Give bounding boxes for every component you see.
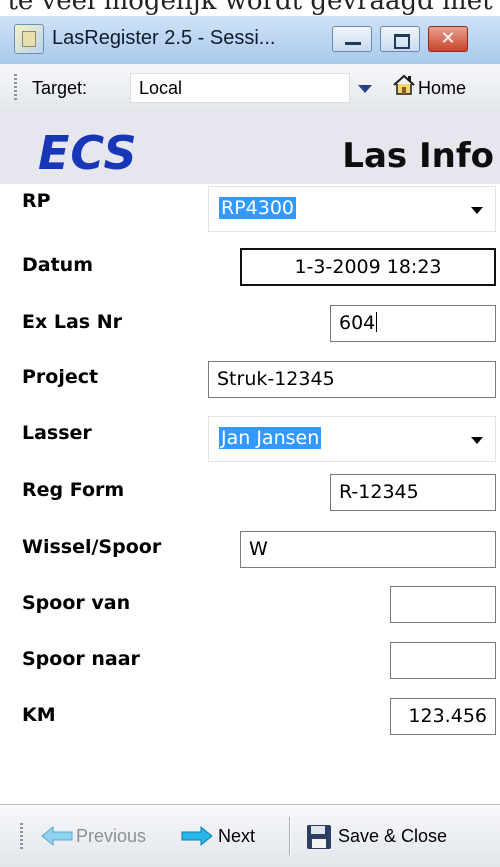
reg-form-label: Reg Form (22, 479, 125, 501)
minimize-icon (345, 42, 361, 45)
lasser-label: Lasser (22, 422, 92, 444)
next-label: Next (218, 826, 256, 846)
window-title: LasRegister 2.5 - Sessi... (52, 27, 276, 49)
lasser-select-value: Jan Jansen (219, 427, 322, 449)
ex-las-nr-field[interactable]: 604 (330, 305, 496, 342)
target-toolbar: Target: Local Home (0, 64, 500, 113)
target-select[interactable]: Local (130, 73, 350, 103)
text-caret (376, 312, 378, 332)
spoor-van-label: Spoor van (22, 592, 131, 614)
km-label: KM (22, 704, 56, 726)
window-title-bar[interactable]: LasRegister 2.5 - Sessi... ✕ (0, 16, 500, 65)
rp-select-value: RP4300 (219, 197, 297, 219)
chevron-down-icon (471, 437, 483, 444)
previous-label: Previous (76, 826, 147, 846)
save-close-button[interactable]: Save & Close (306, 821, 486, 851)
arrow-left-icon (41, 825, 73, 847)
close-button[interactable]: ✕ (428, 26, 468, 52)
home-icon (393, 74, 415, 95)
toolbar-separator (289, 817, 290, 855)
maximize-icon (394, 34, 410, 49)
reg-form-field[interactable]: R-12345 (330, 474, 496, 511)
rp-label: RP (22, 190, 51, 212)
ex-las-nr-label: Ex Las Nr (22, 311, 122, 333)
project-label: Project (22, 366, 99, 388)
arrow-right-icon (181, 825, 213, 847)
spoor-van-field[interactable] (390, 586, 496, 623)
chevron-down-icon (471, 207, 483, 214)
page-header: ECS Las Info (0, 112, 500, 184)
datum-label: Datum (22, 254, 93, 276)
minimize-button[interactable] (332, 26, 372, 52)
close-icon: ✕ (440, 28, 456, 49)
rp-select[interactable]: RP4300 (208, 186, 496, 232)
ecs-logo: ECS (38, 126, 138, 180)
page-title: Las Info (342, 136, 494, 176)
km-field[interactable]: 123.456 (390, 698, 496, 735)
datum-field[interactable]: 1-3-2009 18:23 (240, 248, 496, 286)
toolbar-grip[interactable] (20, 823, 23, 851)
maximize-button[interactable] (380, 26, 420, 52)
bottom-toolbar: Previous Next Save & Close (0, 804, 500, 867)
app-icon (14, 24, 44, 54)
wissel-spoor-field[interactable]: W (240, 531, 496, 568)
cropped-background-caption: te veel mogelijk wordt gevraagd met (7, 0, 493, 16)
ex-las-nr-value: 604 (339, 312, 376, 334)
home-label: Home (418, 78, 467, 98)
wissel-spoor-label: Wissel/Spoor (22, 536, 162, 558)
lasser-select[interactable]: Jan Jansen (208, 416, 496, 462)
spoor-naar-label: Spoor naar (22, 648, 140, 670)
chevron-down-icon[interactable] (358, 85, 372, 93)
target-label: Target: (32, 78, 88, 98)
previous-button[interactable]: Previous (40, 821, 175, 851)
project-field[interactable]: Struk-12345 (208, 361, 496, 398)
floppy-disk-icon (307, 825, 331, 849)
next-button[interactable]: Next (180, 821, 280, 851)
spoor-naar-field[interactable] (390, 642, 496, 679)
save-close-label: Save & Close (338, 826, 448, 846)
toolbar-grip[interactable] (14, 74, 17, 102)
